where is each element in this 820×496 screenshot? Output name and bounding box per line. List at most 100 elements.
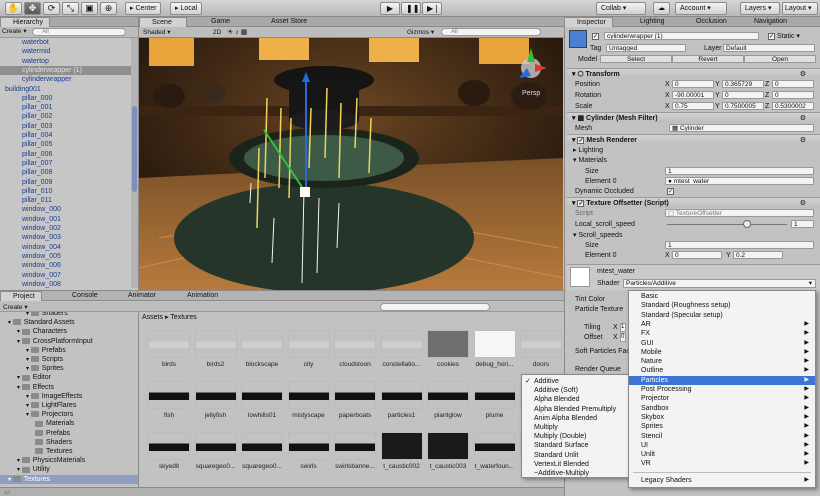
material-element-field[interactable]: ● mtest_water <box>665 177 814 185</box>
asset-thumbnail[interactable] <box>473 330 516 358</box>
asset-thumbnail[interactable] <box>334 330 376 358</box>
mesh-renderer-enabled-checkbox[interactable]: ✓ <box>577 136 585 144</box>
tag-dropdown[interactable]: Untagged <box>606 44 686 52</box>
asset-thumbnail[interactable] <box>427 381 469 409</box>
asset-thumbnail[interactable] <box>427 330 469 358</box>
blend-mode-menu-item[interactable]: ✓ Additive <box>522 377 630 386</box>
asset-thumbnail[interactable] <box>287 381 330 409</box>
project-tree-item[interactable]: ▾ Textures <box>0 474 138 484</box>
blend-mode-menu-item[interactable]: Additive (Soft) <box>522 386 630 395</box>
foldout-arrow-icon[interactable]: ▾ <box>17 458 22 464</box>
gizmo-center[interactable] <box>300 187 310 197</box>
tab-scene[interactable]: Scene <box>139 17 187 27</box>
layout-dropdown[interactable]: Layout ▾ <box>782 2 818 15</box>
shader-menu-item[interactable]: Outline ▶ <box>629 366 815 375</box>
hierarchy-item[interactable]: pillar_010 <box>0 187 133 196</box>
account-dropdown[interactable]: Account ▾ <box>675 2 727 15</box>
tab-occlusion[interactable]: Occlusion <box>684 17 733 27</box>
transform-z-field[interactable]: 0 <box>772 91 814 99</box>
tab-hierarchy[interactable]: Hierarchy <box>0 17 50 27</box>
mode-2d-toggle[interactable]: 2D <box>213 28 221 37</box>
project-tree-item[interactable]: Prefabs <box>35 429 70 438</box>
scale-icon[interactable]: ⤡ <box>62 2 79 15</box>
materials-foldout[interactable]: ▾ Materials <box>571 156 820 165</box>
transform-x-field[interactable]: 0 <box>672 80 714 88</box>
tab-game[interactable]: Game <box>199 17 236 27</box>
layers-dropdown[interactable]: Layers ▾ <box>740 2 780 15</box>
project-tree-item[interactable]: ▾ Editor <box>17 373 51 382</box>
shader-menu-item[interactable]: Sprites ▶ <box>629 422 815 431</box>
breadcrumb-assets[interactable]: Assets <box>142 314 163 321</box>
pivot-toggle[interactable]: ▸ Center <box>125 2 162 15</box>
hierarchy-item[interactable]: pillar_007 <box>0 159 133 168</box>
foldout-arrow-icon[interactable]: ▾ <box>8 320 13 326</box>
tab-project[interactable]: Project <box>0 291 42 301</box>
asset-thumbnail[interactable] <box>334 432 376 460</box>
step-button[interactable]: ▶❘ <box>422 2 442 15</box>
project-tree-item[interactable]: ▾ Sprites <box>26 364 63 373</box>
project-tree-item[interactable]: ▾ Standard Assets <box>8 318 75 327</box>
scroll-element-y-field[interactable]: 0.2 <box>733 251 783 259</box>
hierarchy-scroll-thumb[interactable] <box>132 106 137 192</box>
project-tree-item[interactable]: ▾ Scripts <box>26 355 63 364</box>
local-scroll-speed-slider[interactable] <box>667 224 787 225</box>
shader-menu-item[interactable]: FX ▶ <box>629 329 815 338</box>
asset-thumbnail[interactable] <box>148 330 190 358</box>
hierarchy-item[interactable]: window_006 <box>0 261 133 270</box>
transform-y-field[interactable]: 0.7500005 <box>722 102 764 110</box>
scroll-speeds-foldout[interactable]: ▾ Scroll_speeds <box>571 231 820 240</box>
move-icon[interactable]: ✥ <box>24 2 41 15</box>
hierarchy-item[interactable]: window_001 <box>0 215 133 224</box>
shader-menu-item[interactable]: AR ▶ <box>629 320 815 329</box>
project-tree-item[interactable]: ▾ ImageEffects <box>26 392 82 401</box>
scroll-element-x-field[interactable]: 0 <box>672 251 722 259</box>
project-search-input[interactable] <box>380 303 490 311</box>
play-button[interactable]: ▶ <box>380 2 400 15</box>
blend-mode-menu-item[interactable]: Alpha Blended <box>522 395 630 404</box>
shader-menu-item[interactable]: Standard (Specular setup) <box>629 311 815 320</box>
blend-mode-menu-item[interactable]: Standard Unlit <box>522 451 630 460</box>
foldout-arrow-icon[interactable]: ▾ <box>26 366 31 372</box>
hierarchy-item[interactable]: pillar_004 <box>0 131 133 140</box>
tab-asset-store[interactable]: Asset Store <box>259 17 313 27</box>
project-tree-item[interactable]: ▾ Projectors <box>26 410 73 419</box>
hierarchy-item[interactable]: building001 <box>0 85 133 94</box>
tiling-x-field[interactable]: 1 <box>620 323 626 332</box>
static-toggle[interactable]: ✓ Static ▾ <box>768 32 800 41</box>
mesh-field[interactable]: ▦ Cylinder <box>669 124 814 132</box>
foldout-arrow-icon[interactable]: ▾ <box>26 403 31 409</box>
hierarchy-scrollbar[interactable] <box>131 38 138 288</box>
hierarchy-item[interactable]: pillar_006 <box>0 150 133 159</box>
shader-dropdown[interactable]: Particles/Additive ▾ <box>623 279 816 288</box>
foldout-arrow-icon[interactable]: ▾ <box>26 348 31 354</box>
blend-mode-menu-item[interactable]: ~Additive-Multiply <box>522 469 630 478</box>
model-open-button[interactable]: Open <box>744 55 816 63</box>
shader-menu-item[interactable]: Stencil ▶ <box>629 432 815 441</box>
project-tree-item[interactable]: ▾ Characters <box>17 327 67 336</box>
transform-y-field[interactable]: 0 <box>722 91 764 99</box>
foldout-arrow-icon[interactable]: ▾ <box>17 329 22 335</box>
shader-menu-item[interactable]: Standard (Roughness setup) <box>629 301 815 310</box>
blend-mode-menu-item[interactable]: Anim Alpha Blended <box>522 414 630 423</box>
transform-z-field[interactable]: 0 <box>772 80 814 88</box>
hierarchy-item[interactable]: window_000 <box>0 205 133 214</box>
project-tree-item[interactable]: ▾ CrossPlatformInput <box>17 337 93 346</box>
project-tree-item[interactable]: ▾ Effects <box>17 383 54 392</box>
hierarchy-item[interactable]: pillar_009 <box>0 178 133 187</box>
layer-dropdown[interactable]: Default <box>723 44 815 52</box>
slider-thumb[interactable] <box>743 220 751 228</box>
foldout-arrow-icon[interactable]: ▾ <box>8 477 13 483</box>
asset-thumbnail[interactable] <box>148 432 190 460</box>
settings-gear-icon[interactable]: ⚙ <box>800 69 806 80</box>
asset-thumbnail[interactable] <box>427 432 469 460</box>
shader-menu-item[interactable]: Sandbox ▶ <box>629 404 815 413</box>
hierarchy-search-input[interactable]: All <box>32 28 126 36</box>
asset-thumbnail[interactable] <box>194 432 237 460</box>
blend-mode-menu-item[interactable]: VertexLit Blended <box>522 460 630 469</box>
asset-thumbnail[interactable] <box>473 432 516 460</box>
hierarchy-item[interactable]: waterbot <box>0 38 133 47</box>
hierarchy-item[interactable]: pillar_008 <box>0 168 133 177</box>
hierarchy-item[interactable]: watermid <box>0 47 133 56</box>
model-revert-button[interactable]: Revert <box>672 55 744 63</box>
asset-thumbnail[interactable] <box>380 432 423 460</box>
